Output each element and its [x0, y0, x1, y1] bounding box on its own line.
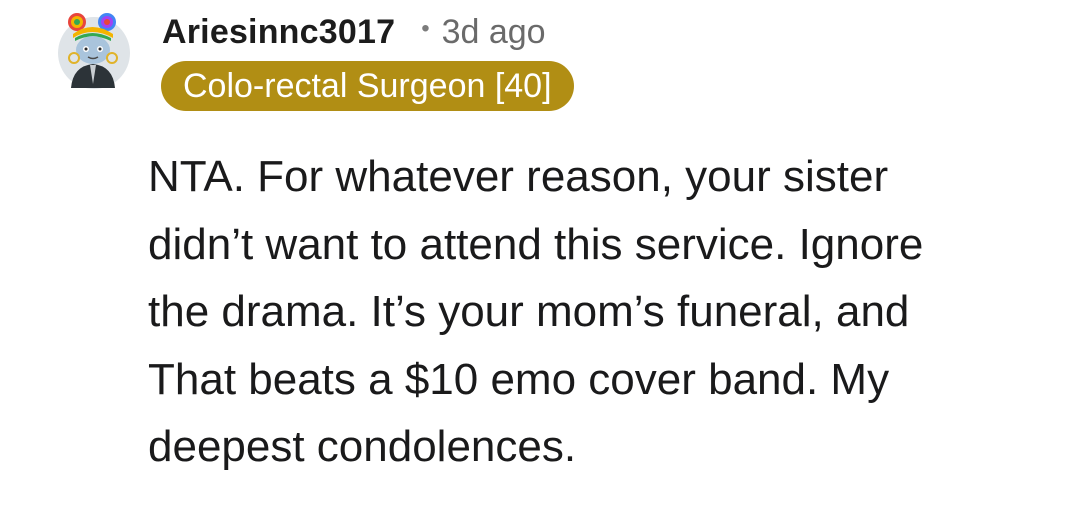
- timestamp: 3d ago: [441, 12, 546, 51]
- comment-body-line: the drama. It’s your mom’s funeral, and: [148, 287, 910, 336]
- separator-dot: •: [421, 15, 430, 42]
- comment-body-line: That beats a $10 emo cover band. My: [148, 354, 890, 404]
- user-flair-badge: Colo-rectal Surgeon [40]: [161, 61, 574, 111]
- comment-body-line: NTA. For whatever reason, your sister: [148, 152, 889, 201]
- comment-body: NTA. For whatever reason, your sister di…: [148, 143, 1048, 481]
- comment-body-line: didn’t want to attend this service. Igno…: [148, 219, 924, 269]
- comment: Ariesinnc3017 • 3d ago Colo-rectal Surge…: [0, 0, 1079, 517]
- comment-body-line: deepest condolences.: [148, 422, 577, 471]
- username-link[interactable]: Ariesinnc3017: [162, 13, 395, 52]
- user-avatar-icon[interactable]: [57, 8, 131, 90]
- comment-header: Ariesinnc3017 • 3d ago: [162, 12, 546, 52]
